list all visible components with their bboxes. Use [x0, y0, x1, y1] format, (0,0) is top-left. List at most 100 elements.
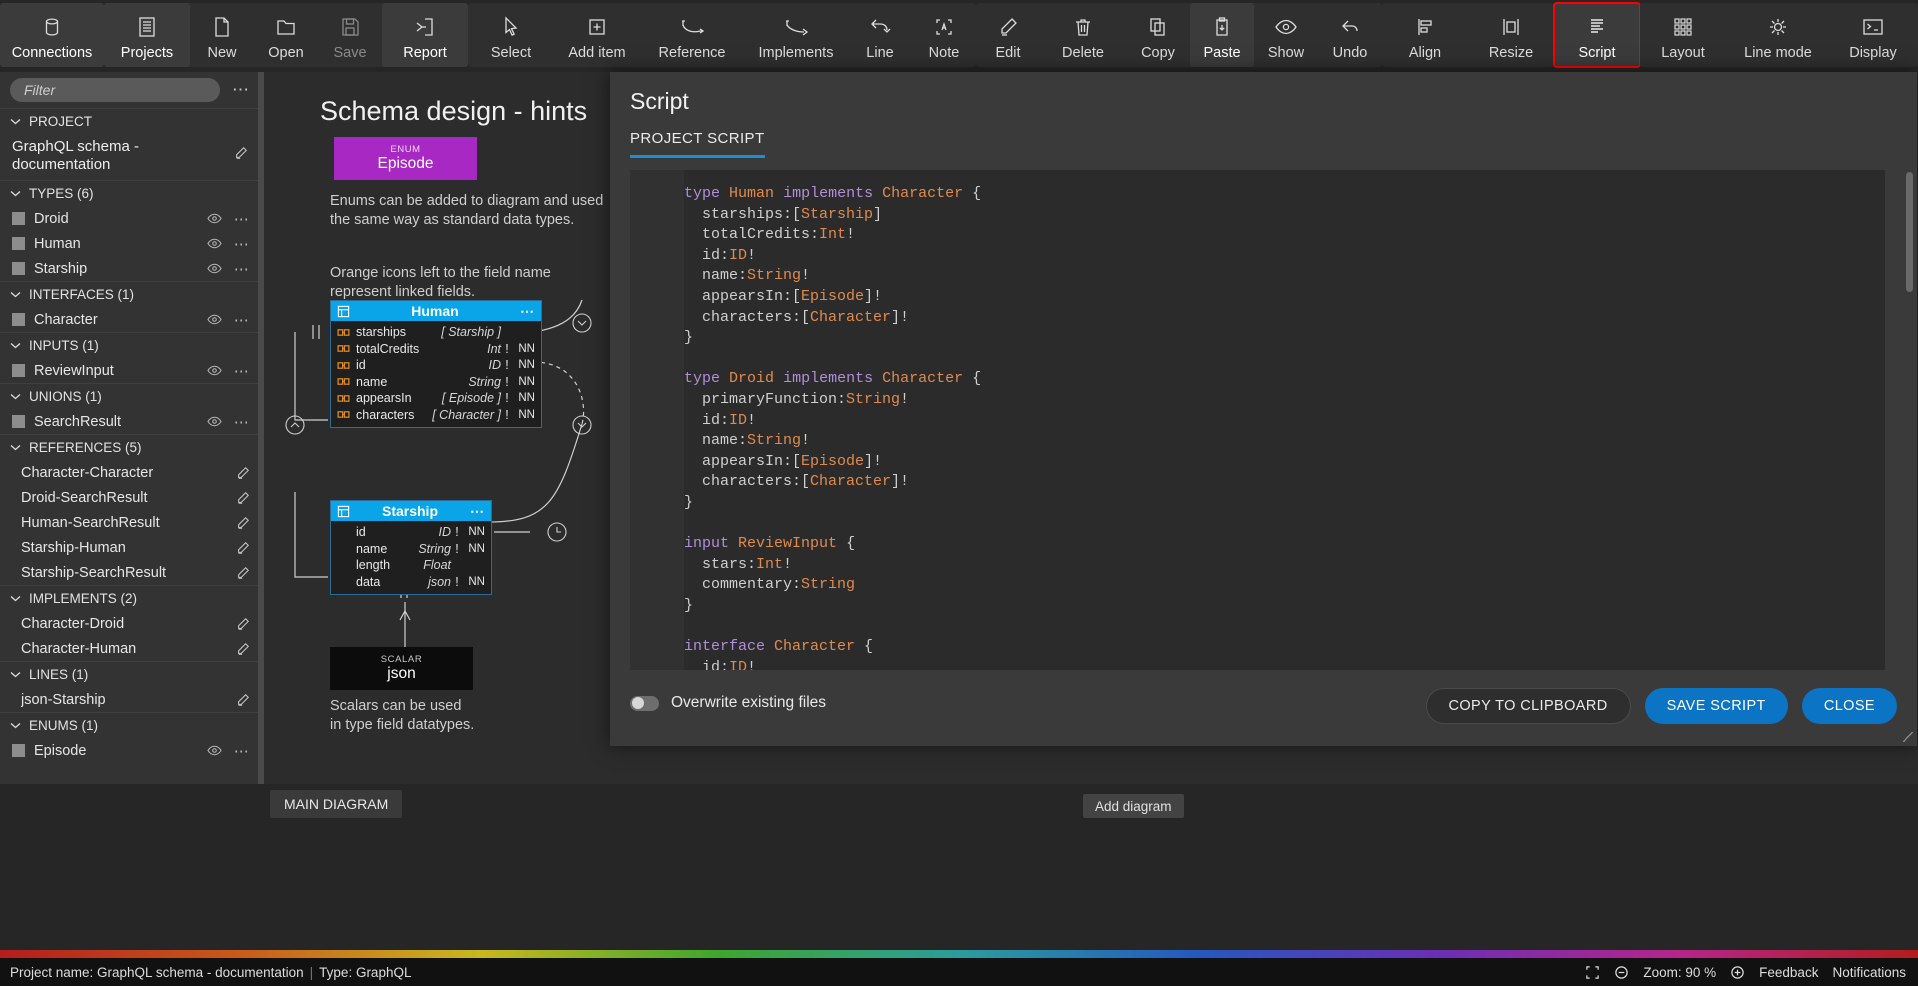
table-field-name[interactable]: name String! NN: [331, 374, 541, 391]
note-tool-button[interactable]: Note: [912, 3, 976, 67]
edit-icon[interactable]: [236, 541, 250, 555]
table-node-starship-header[interactable]: Starship ⋯: [331, 501, 491, 521]
implements-tool-button[interactable]: Implements: [744, 3, 848, 67]
overwrite-toggle-switch[interactable]: [630, 695, 659, 711]
sidebar-item-json-starship[interactable]: json-Starship: [0, 687, 258, 712]
copy-button[interactable]: Copy: [1126, 3, 1190, 67]
visibility-icon[interactable]: [207, 263, 222, 274]
line-mode-button[interactable]: Line mode: [1726, 3, 1830, 67]
line-tool-button[interactable]: Line: [848, 3, 912, 67]
eye-icon[interactable]: [207, 314, 222, 325]
sidebar-more-icon[interactable]: ⋯: [228, 80, 254, 100]
table-field-name[interactable]: name String! NN: [331, 541, 491, 558]
eye-icon[interactable]: [207, 238, 222, 249]
sidebar-section-project[interactable]: PROJECT: [0, 108, 258, 134]
sidebar-item-droid-searchresult[interactable]: Droid-SearchResult: [0, 485, 258, 510]
resize-button[interactable]: Resize: [1468, 3, 1554, 67]
display-button[interactable]: Display: [1830, 3, 1916, 67]
item-menu-icon[interactable]: ⋯: [231, 413, 250, 431]
visibility-icon[interactable]: [207, 314, 222, 325]
sidebar-item-character-human[interactable]: Character-Human: [0, 636, 258, 661]
sidebar-item-droid[interactable]: Droid ⋯: [0, 206, 258, 231]
sidebar-item-starship-searchresult[interactable]: Starship-SearchResult: [0, 560, 258, 585]
table-field-id[interactable]: id ID! NN: [331, 524, 491, 541]
sidebar-project-name[interactable]: GraphQL schema - documentation: [0, 134, 258, 180]
sidebar-item-character-droid[interactable]: Character-Droid: [0, 611, 258, 636]
item-menu-icon[interactable]: ⋯: [231, 235, 250, 253]
open-button[interactable]: Open: [254, 3, 318, 67]
tab-project-script[interactable]: PROJECT SCRIPT: [630, 130, 765, 158]
edit-project-icon[interactable]: [234, 146, 248, 160]
item-menu-icon[interactable]: ⋯: [231, 311, 250, 329]
script-button[interactable]: Script: [1553, 2, 1641, 68]
edit-icon-wrap[interactable]: [236, 516, 250, 530]
reference-tool-button[interactable]: Reference: [640, 3, 744, 67]
show-button[interactable]: Show: [1254, 3, 1318, 67]
sidebar-item-starship-human[interactable]: Starship-Human: [0, 535, 258, 560]
table-field-characters[interactable]: characters [ Character ]! NN: [331, 407, 541, 424]
sidebar-section-unions[interactable]: UNIONS (1): [0, 383, 258, 409]
align-button[interactable]: Align: [1382, 3, 1468, 67]
select-tool-button[interactable]: Select: [468, 3, 554, 67]
table-node-human-menu-icon[interactable]: ⋯: [520, 303, 535, 320]
add-item-button[interactable]: Add item: [554, 3, 640, 67]
enum-node-episode[interactable]: ENUM Episode: [334, 137, 477, 180]
edit-icon-wrap[interactable]: [236, 491, 250, 505]
close-button[interactable]: CLOSE: [1801, 688, 1897, 724]
delete-button[interactable]: Delete: [1040, 3, 1126, 67]
sidebar-section-types[interactable]: TYPES (6): [0, 180, 258, 206]
sidebar-item-starship[interactable]: Starship ⋯: [0, 256, 258, 281]
edit-icon-wrap[interactable]: [236, 566, 250, 580]
scalar-node-json[interactable]: SCALAR json: [330, 647, 473, 690]
visibility-icon[interactable]: [207, 745, 222, 756]
add-diagram-button[interactable]: Add diagram: [1083, 794, 1184, 818]
sidebar-section-interfaces[interactable]: INTERFACES (1): [0, 281, 258, 307]
filter-input[interactable]: [10, 78, 220, 102]
eye-icon[interactable]: [207, 365, 222, 376]
edit-icon[interactable]: [236, 642, 250, 656]
save-script-button[interactable]: SAVE SCRIPT: [1644, 688, 1788, 724]
sidebar-section-lines[interactable]: LINES (1): [0, 661, 258, 687]
edit-icon-wrap[interactable]: [236, 541, 250, 555]
undo-button[interactable]: Undo: [1318, 3, 1382, 67]
table-field-data[interactable]: data json! NN: [331, 574, 491, 591]
edit-button[interactable]: Edit: [976, 3, 1040, 67]
edit-icon[interactable]: [236, 491, 250, 505]
notifications-link[interactable]: Notifications: [1832, 965, 1906, 980]
edit-icon-wrap[interactable]: [236, 617, 250, 631]
sidebar-item-reviewinput[interactable]: ReviewInput ⋯: [0, 358, 258, 383]
eye-icon[interactable]: [207, 263, 222, 274]
zoom-in-icon[interactable]: [1730, 965, 1745, 980]
report-button[interactable]: Report: [382, 3, 468, 67]
item-menu-icon[interactable]: ⋯: [231, 742, 250, 760]
visibility-icon[interactable]: [207, 365, 222, 376]
edit-icon[interactable]: [236, 566, 250, 580]
table-node-starship-menu-icon[interactable]: ⋯: [470, 503, 485, 520]
sidebar-section-enums[interactable]: ENUMS (1): [0, 712, 258, 738]
table-node-human-header[interactable]: Human ⋯: [331, 301, 541, 321]
sidebar-section-inputs[interactable]: INPUTS (1): [0, 332, 258, 358]
sidebar-item-character-character[interactable]: Character-Character: [0, 460, 258, 485]
edit-icon[interactable]: [236, 617, 250, 631]
new-button[interactable]: New: [190, 3, 254, 67]
sidebar-item-human[interactable]: Human ⋯: [0, 231, 258, 256]
sidebar-item-searchresult[interactable]: SearchResult ⋯: [0, 409, 258, 434]
feedback-link[interactable]: Feedback: [1759, 965, 1818, 980]
save-button[interactable]: Save: [318, 3, 382, 67]
table-field-appearsin[interactable]: appearsIn [ Episode ]! NN: [331, 390, 541, 407]
item-menu-icon[interactable]: ⋯: [231, 260, 250, 278]
script-code-area[interactable]: type Human implements Character { starsh…: [630, 170, 1885, 670]
table-field-totalcredits[interactable]: totalCredits Int! NN: [331, 341, 541, 358]
eye-icon[interactable]: [207, 745, 222, 756]
item-menu-icon[interactable]: ⋯: [231, 210, 250, 228]
table-node-starship[interactable]: Starship ⋯ id ID! NN name String! NN length Flo…: [330, 500, 492, 595]
eye-icon[interactable]: [207, 416, 222, 427]
sidebar-item-human-searchresult[interactable]: Human-SearchResult: [0, 510, 258, 535]
dialog-resize-grip[interactable]: [1903, 732, 1913, 742]
paste-button[interactable]: Paste: [1190, 3, 1254, 67]
table-field-starships[interactable]: starships [ Starship ]: [331, 324, 541, 341]
edit-icon[interactable]: [236, 516, 250, 530]
fit-screen-icon[interactable]: [1585, 965, 1600, 980]
visibility-icon[interactable]: [207, 213, 222, 224]
dialog-scrollbar[interactable]: [1906, 172, 1913, 292]
